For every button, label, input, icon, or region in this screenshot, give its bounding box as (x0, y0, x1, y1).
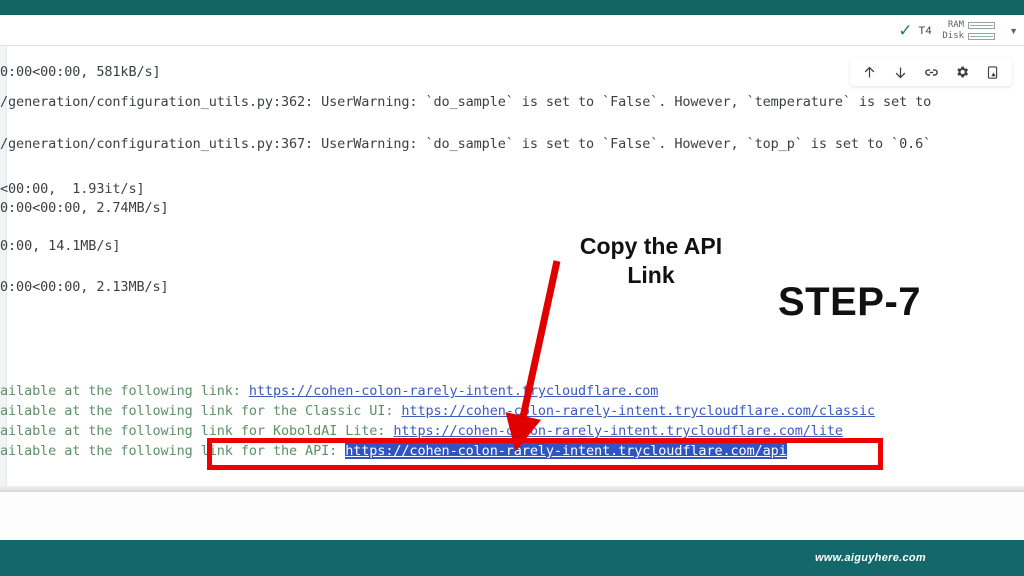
arrow-up-icon[interactable] (860, 63, 878, 81)
link-line-prefix: ailable at the following link for the AP… (0, 443, 346, 459)
ram-gauge: RAM (942, 20, 996, 30)
cloudflare-url-link[interactable]: https://cohen-colon-rarely-intent.tryclo… (249, 383, 659, 399)
accelerator-label: T4 (918, 24, 933, 37)
link-output-line: ailable at the following link: https://c… (0, 383, 658, 399)
output-line: 0:00<00:00, 581kB/s] (0, 64, 161, 80)
link-line-prefix: ailable at the following link for the Cl… (0, 403, 402, 419)
arrow-down-icon[interactable] (891, 63, 909, 81)
link-line-prefix: ailable at the following link: (0, 383, 249, 399)
link-icon[interactable] (922, 63, 940, 81)
link-output-line: ailable at the following link for the AP… (0, 443, 787, 459)
output-line: <00:00, 1.93it/s] (0, 181, 145, 197)
notebook-output-area: 0:00<00:00, 581kB/s] /generation/configu… (0, 46, 1024, 492)
disk-label: Disk (942, 31, 965, 41)
output-line: /generation/configuration_utils.py:362: … (0, 94, 932, 110)
ram-label: RAM (947, 20, 965, 30)
cloudflare-classic-url-link[interactable]: https://cohen-colon-rarely-intent.tryclo… (401, 403, 875, 419)
output-line: 0:00<00:00, 2.74MB/s] (0, 200, 169, 216)
cell-toolbar[interactable] (850, 58, 1012, 86)
disk-gauge: Disk (942, 31, 996, 41)
check-icon: ✓ (898, 21, 913, 40)
top-teal-bar (0, 0, 1024, 15)
gear-icon[interactable] (953, 63, 971, 81)
ram-gauge-bar (968, 21, 996, 29)
disk-gauge-bar (968, 32, 996, 40)
watermark-text: www.aiguyhere.com (814, 552, 926, 564)
copy-to-drive-icon[interactable] (984, 63, 1002, 81)
colab-status-bar: ✓ T4 RAM Disk ▼ (0, 15, 1024, 46)
link-output-line: ailable at the following link for the Cl… (0, 403, 875, 419)
link-line-prefix: ailable at the following link for Kobold… (0, 423, 394, 439)
resource-gauges: RAM Disk (942, 20, 996, 41)
notebook-below-area (0, 492, 1024, 540)
cloudflare-api-url-link[interactable]: https://cohen-colon-rarely-intent.tryclo… (345, 443, 787, 459)
runtime-status[interactable]: ✓ T4 RAM Disk (898, 20, 996, 41)
chevron-down-icon[interactable]: ▼ (1009, 26, 1018, 36)
link-output-line: ailable at the following link for Kobold… (0, 423, 843, 439)
output-line: /generation/configuration_utils.py:367: … (0, 136, 932, 152)
output-line: 0:00, 14.1MB/s] (0, 238, 121, 254)
cloudflare-lite-url-link[interactable]: https://cohen-colon-rarely-intent.tryclo… (393, 423, 843, 439)
bottom-teal-bar: www.aiguyhere.com (0, 540, 1024, 576)
output-line: 0:00<00:00, 2.13MB/s] (0, 279, 169, 295)
